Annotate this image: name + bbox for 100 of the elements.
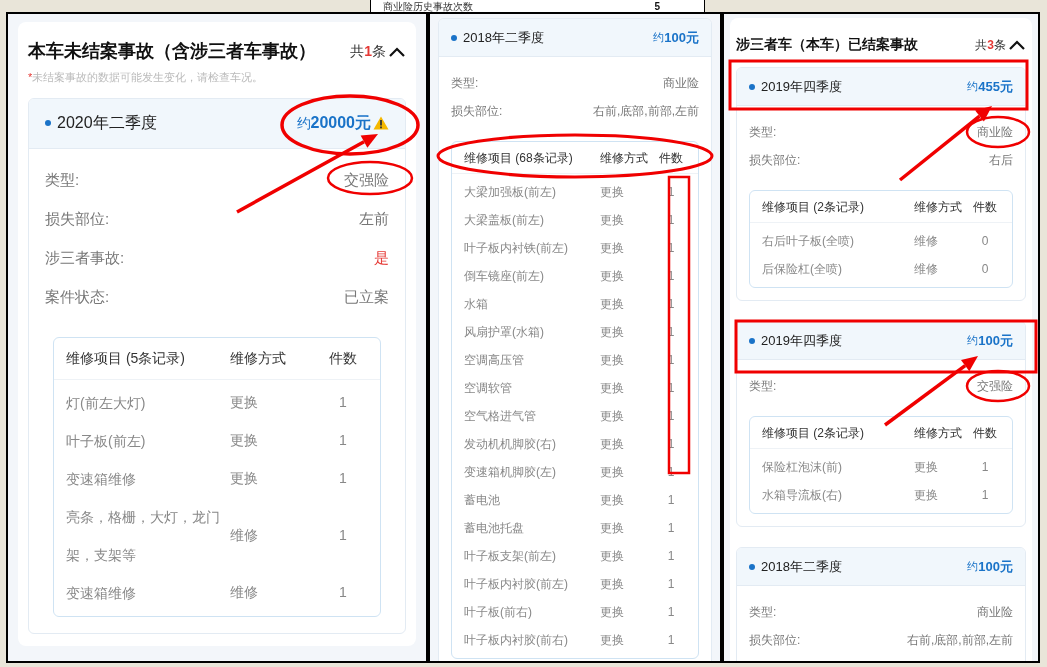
table-cell-text: 1 xyxy=(980,487,990,504)
dot-icon xyxy=(45,120,51,126)
table-cell-text: 更换 xyxy=(230,393,259,412)
accident-period: 2019年四季度 xyxy=(761,331,842,350)
field-value: 商业险 xyxy=(663,75,699,92)
chevron-icon[interactable] xyxy=(1008,38,1026,51)
table-cell-text: 更换 xyxy=(914,459,939,476)
amount-prefix: 约 xyxy=(967,79,979,95)
table-cell-text: 叶子板支架(前左) xyxy=(464,548,556,565)
column-header: 维修项目 (2条记录) xyxy=(762,198,865,216)
table-cell-text: 叶子板内衬胶(前右) xyxy=(464,632,568,649)
panel-title: 本车未结案事故（含涉三者车事故） xyxy=(28,40,316,63)
table-cell-text: 更换 xyxy=(600,212,625,229)
field-value: 右前,底部,前部,左前 xyxy=(593,103,699,120)
table-cell-text: 1 xyxy=(338,393,348,412)
table-cell-text: 1 xyxy=(980,459,990,476)
amount-prefix: 约 xyxy=(967,559,979,575)
table-cell-text: 1 xyxy=(666,548,676,565)
table-cell-text: 1 xyxy=(338,431,348,450)
table-cell-text: 右后叶子板(全喷) xyxy=(762,233,854,250)
accident-header[interactable]: 2020年二季度 约20000元 xyxy=(29,98,405,149)
table-cell-text: 保险杠泡沫(前) xyxy=(762,459,842,476)
column-header: 件数 xyxy=(658,149,684,167)
field-value: 是 xyxy=(374,247,389,268)
table-cell-text: 大梁加强板(前左) xyxy=(464,184,556,201)
amount-prefix: 约 xyxy=(653,30,665,46)
field-value: 左前 xyxy=(359,208,389,229)
record-count: 共1条 xyxy=(350,42,386,61)
table-cell-text: 更换 xyxy=(600,268,625,285)
table-cell-text: 更换 xyxy=(600,604,625,621)
table-cell-text: 维修 xyxy=(914,261,939,278)
table-cell-text: 叶子板(前右) xyxy=(464,604,532,621)
field-label: 类型: xyxy=(749,604,777,621)
table-cell-text: 倒车镜座(前左) xyxy=(464,268,544,285)
column-header: 件数 xyxy=(328,348,358,368)
table-cell-text: 发动机机脚胶(右) xyxy=(464,436,556,453)
stat-value: 5 xyxy=(654,0,660,12)
table-cell-text: 1 xyxy=(666,632,676,649)
table-cell-text: 蓄电池 xyxy=(464,492,500,509)
table-cell-text: 叶子板内衬铁(前左) xyxy=(464,240,568,257)
table-cell-text: 更换 xyxy=(600,492,625,509)
field-label: 案件状态: xyxy=(45,286,110,307)
column-header: 维修方式 xyxy=(914,424,963,442)
table-cell-text: 蓄电池托盘 xyxy=(464,520,524,537)
field-value: 商业险 xyxy=(977,604,1013,621)
table-cell-text: 更换 xyxy=(600,436,625,453)
column-header: 维修方式 xyxy=(914,198,963,216)
field-value: 交强险 xyxy=(344,169,389,190)
table-cell-text: 维修 xyxy=(230,526,259,545)
table-cell-text: 更换 xyxy=(600,632,625,649)
table-cell-text: 1 xyxy=(666,520,676,537)
table-cell-text: 更换 xyxy=(600,380,625,397)
field-label: 涉三者事故: xyxy=(45,247,125,268)
chevron-icon[interactable] xyxy=(388,45,406,58)
column-header: 件数 xyxy=(972,424,998,442)
accident-header[interactable]: 2018年二季度 约100元 xyxy=(439,19,711,57)
table-cell-text: 1 xyxy=(338,469,348,488)
table-cell-text: 0 xyxy=(980,261,990,278)
table-cell-text: 更换 xyxy=(600,324,625,341)
table-cell-text: 更换 xyxy=(600,296,625,313)
table-cell-text: 空调高压管 xyxy=(464,352,524,369)
dot-icon xyxy=(451,34,457,41)
field-label: 损失部位: xyxy=(45,208,110,229)
accident-amount: 100元 xyxy=(978,557,1013,576)
amount-prefix: 约 xyxy=(967,333,979,349)
table-cell-text: 变速箱维修 xyxy=(66,583,136,603)
accident-amount: 100元 xyxy=(664,28,699,47)
dot-icon xyxy=(749,563,755,570)
table-cell-text: 水箱 xyxy=(464,296,488,313)
table-cell-text: 空气格进气管 xyxy=(464,408,536,425)
accident-header[interactable]: 2019年四季度 约100元 xyxy=(737,322,1025,360)
table-cell-text: 变速箱维修 xyxy=(66,469,136,489)
accident-period: 2018年二季度 xyxy=(463,28,544,47)
column-header: 件数 xyxy=(972,198,998,216)
field-label: 损失部位: xyxy=(749,632,801,649)
table-cell-text: 更换 xyxy=(600,352,625,369)
column-header: 维修项目 (2条记录) xyxy=(762,424,865,442)
field-label: 类型: xyxy=(749,124,777,141)
field-value: 交强险 xyxy=(977,378,1013,395)
accident-header[interactable]: 2018年二季度 约100元 xyxy=(737,548,1025,586)
table-cell-text: 空调软管 xyxy=(464,380,512,397)
column-header: 维修项目 (68条记录) xyxy=(464,149,574,167)
table-cell-text: 亮条，格栅，大灯，龙门架，支架等 xyxy=(66,507,221,565)
panel-title: 涉三者车（本车）已结案事故 xyxy=(736,35,918,54)
dot-icon xyxy=(749,337,755,344)
table-cell-text: 1 xyxy=(666,492,676,509)
table-cell-text: 更换 xyxy=(600,576,625,593)
accident-amount: 20000元 xyxy=(310,113,371,133)
table-cell-text: 维修 xyxy=(914,233,939,250)
table-cell-text: 1 xyxy=(338,526,348,545)
column-header: 维修方式 xyxy=(230,348,287,368)
dot-icon xyxy=(749,83,755,90)
table-cell-text: 灯(前左大灯) xyxy=(66,393,146,413)
table-cell-text: 1 xyxy=(666,576,676,593)
record-count: 共3条 xyxy=(975,36,1006,54)
accident-header[interactable]: 2019年四季度 约455元 xyxy=(737,68,1025,106)
table-cell-text: 后保险杠(全喷) xyxy=(762,261,842,278)
table-cell-text: 1 xyxy=(338,583,348,602)
table-cell-text: 变速箱机脚胶(左) xyxy=(464,464,556,481)
field-value: 右前,底部,前部,左前 xyxy=(907,632,1013,649)
